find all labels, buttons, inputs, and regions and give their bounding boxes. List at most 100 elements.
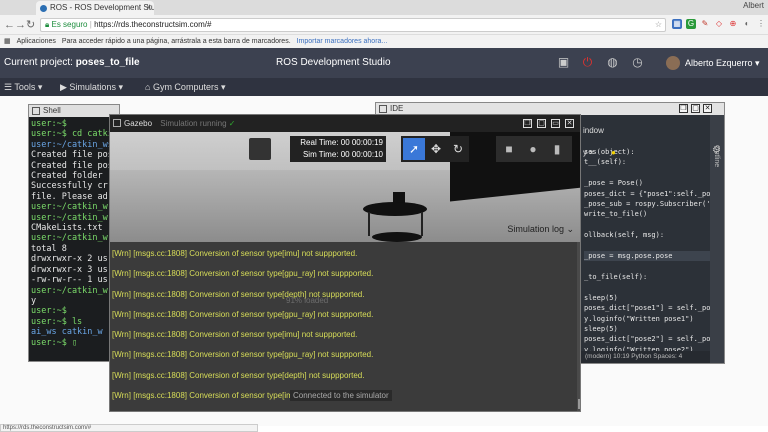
editor-status-bar: (modern) 10:19 Python Spaces: 4 — [581, 351, 715, 363]
terminal-output[interactable]: user:~$user:~$ cd catkin_wsuser:~/catkin… — [29, 117, 119, 350]
terminal-line: total 8 — [31, 243, 67, 254]
code-lines[interactable]: ses(object): t__(self): _pose = Pose() pos… — [581, 145, 715, 363]
shell-titlebar[interactable]: Shell — [29, 105, 119, 117]
secure-label: Es seguro — [51, 20, 88, 29]
save-icon[interactable]: ▣ — [557, 56, 570, 69]
browser-status-url: https://rds.theconstructsim.com/# — [0, 424, 258, 432]
ros-favicon-icon — [40, 5, 47, 12]
chrome-profile-name[interactable]: Albert — [743, 1, 764, 10]
extension-icon[interactable]: ◐ — [742, 19, 752, 29]
import-bookmarks-link[interactable]: Importar marcadores ahora... — [297, 38, 388, 45]
terminal-line: -rw-rw-r-- 1 us — [31, 275, 108, 286]
globe-icon[interactable]: ◍ — [606, 56, 619, 69]
terminal-line: user:~/catkin_w — [31, 233, 108, 244]
terminal-line: Created file poses — [31, 150, 117, 161]
translate-tool-icon[interactable]: ✥ — [425, 138, 447, 160]
menu-icon[interactable]: ⋮ — [756, 19, 766, 29]
robot-leg — [368, 212, 370, 236]
sphere-shape-icon[interactable]: ● — [522, 138, 544, 160]
terminal-line: Created folder — [31, 171, 103, 182]
code-editor[interactable]: indow y × ● ses(object): t__(self): _pose… — [581, 115, 715, 363]
app-menu-bar: ☰ Tools ▾ ▶ Simulations ▾ ⌂ Gym Computer… — [0, 78, 768, 96]
play-pause-button[interactable] — [249, 138, 271, 160]
log-scrollbar[interactable] — [577, 242, 580, 411]
bookmark-star-icon[interactable]: ☆ — [655, 19, 662, 31]
avatar[interactable] — [666, 56, 680, 70]
minimize-icon[interactable]: ▭ — [551, 119, 560, 128]
terminal-line: user:~/catkin_w — [31, 285, 108, 296]
code-line: ollback(self, msg): — [584, 231, 665, 240]
apps-bookmark[interactable]: Aplicaciones — [17, 38, 56, 45]
code-line: _pose = Pose() — [584, 179, 644, 188]
url-text: https://rds.theconstructsim.com/# — [94, 20, 212, 29]
power-icon[interactable]: ⏻ — [581, 56, 594, 69]
gazebo-title: Gazebo — [124, 119, 153, 128]
terminal-line: user:~/catkin_ws$ — [31, 139, 117, 150]
close-icon[interactable]: ✕ — [565, 119, 574, 128]
shell-window[interactable]: Shell user:~$user:~$ cd catkin_wsuser:~/… — [28, 104, 120, 362]
extension-icon[interactable]: ◇ — [714, 19, 724, 29]
terminal-line: user:~$ cd catkin_ws — [31, 129, 117, 140]
simulation-log-label[interactable]: Simulation log ⌄ — [507, 224, 574, 235]
terminal-line: user:~/catkin_w — [31, 212, 108, 223]
maximize-icon[interactable]: ▢ — [691, 104, 700, 113]
tools-menu[interactable]: ☰ Tools ▾ — [4, 82, 42, 93]
shape-toolbar: ■ ● ▮ — [496, 136, 572, 162]
gym-computers-menu[interactable]: ⌂ Gym Computers ▾ — [145, 82, 225, 93]
close-icon[interactable]: ✕ — [703, 104, 712, 113]
log-lines: [Wrn] [msgs.cc:1808] Conversion of senso… — [112, 244, 572, 411]
browser-toolbar: ← → ↻ 🔒︎ Es seguro | https://rds.thecons… — [0, 15, 768, 35]
extension-icon[interactable]: G — [686, 19, 696, 29]
scrollbar-thumb[interactable] — [578, 399, 580, 409]
clock-icon[interactable]: ◷ — [631, 56, 644, 69]
log-line: [Wrn] [msgs.cc:1808] Conversion of senso… — [112, 406, 572, 411]
simulations-menu[interactable]: ▶ Simulations ▾ — [60, 82, 123, 93]
log-line: [Wrn] [msgs.cc:1808] Conversion of senso… — [112, 269, 374, 279]
rotate-tool-icon[interactable]: ↻ — [447, 138, 469, 160]
simulation-log-panel[interactable]: Simulation log ⌄ [Wrn] [msgs.cc:1808] Co… — [110, 224, 580, 411]
box-shape-icon[interactable]: ■ — [498, 138, 520, 160]
maximize-icon[interactable]: ▢ — [537, 119, 546, 128]
terminal-line: ai_ws catkin_w — [31, 327, 103, 338]
code-line: _to_file(self): — [584, 272, 648, 281]
browser-tab[interactable]: ROS - ROS Development Studio × — [36, 1, 154, 15]
restore-icon[interactable]: ❐ — [679, 104, 688, 113]
address-bar[interactable]: 🔒︎ Es seguro | https://rds.theconstructs… — [40, 18, 666, 32]
robot-base — [372, 232, 422, 242]
code-line: sleep(5) — [584, 324, 618, 333]
extension-icon[interactable]: ▦ — [672, 19, 682, 29]
extension-icon[interactable]: ✎ — [700, 19, 710, 29]
terminal-line: CMakeLists.txt — [31, 223, 103, 234]
editor-tab-strip: indow y × ● — [581, 115, 715, 157]
terminal-line: Successfully cr — [31, 181, 108, 192]
ide-title: IDE — [390, 104, 404, 113]
cylinder-shape-icon[interactable]: ▮ — [546, 138, 568, 160]
log-line: [Wrn] [msgs.cc:1808] Conversion of senso… — [112, 370, 365, 380]
user-name[interactable]: Alberto Ezquerro ▾ — [685, 58, 760, 69]
ide-icon — [379, 105, 387, 113]
gazebo-titlebar[interactable]: Gazebo Simulation running ✓ ❐ ▢ ▭ ✕ — [110, 115, 580, 132]
code-line: sleep(5) — [584, 293, 618, 302]
outline-panel[interactable]: ⚙ Outline — [710, 115, 724, 363]
bookmarks-hint: Para acceder rápido a una página, arrást… — [61, 38, 291, 45]
real-time: Real Time: 00 00:00:19 — [300, 138, 383, 147]
window-menu[interactable]: indow — [583, 126, 604, 135]
gazebo-window[interactable]: Gazebo Simulation running ✓ ❐ ▢ ▭ ✕ Real… — [109, 114, 581, 412]
code-line: write_to_file() — [584, 210, 648, 219]
robot-leg — [421, 212, 423, 236]
back-arrow-icon[interactable]: ← — [4, 19, 15, 31]
forward-arrow-icon[interactable]: → — [15, 19, 26, 31]
editor-tab-close[interactable]: y × — [583, 148, 594, 157]
restore-icon[interactable]: ❐ — [523, 119, 532, 128]
reload-icon[interactable]: ↻ — [26, 19, 35, 31]
extension-icon[interactable]: ⊕ — [728, 19, 738, 29]
terminal-icon — [32, 107, 40, 115]
code-line: _pose = msg.pose.pose — [584, 251, 712, 262]
select-tool-icon[interactable]: ➚ — [403, 138, 425, 160]
apps-grid-icon[interactable]: ▦ — [4, 38, 11, 45]
close-tab-icon[interactable]: × — [146, 1, 151, 15]
